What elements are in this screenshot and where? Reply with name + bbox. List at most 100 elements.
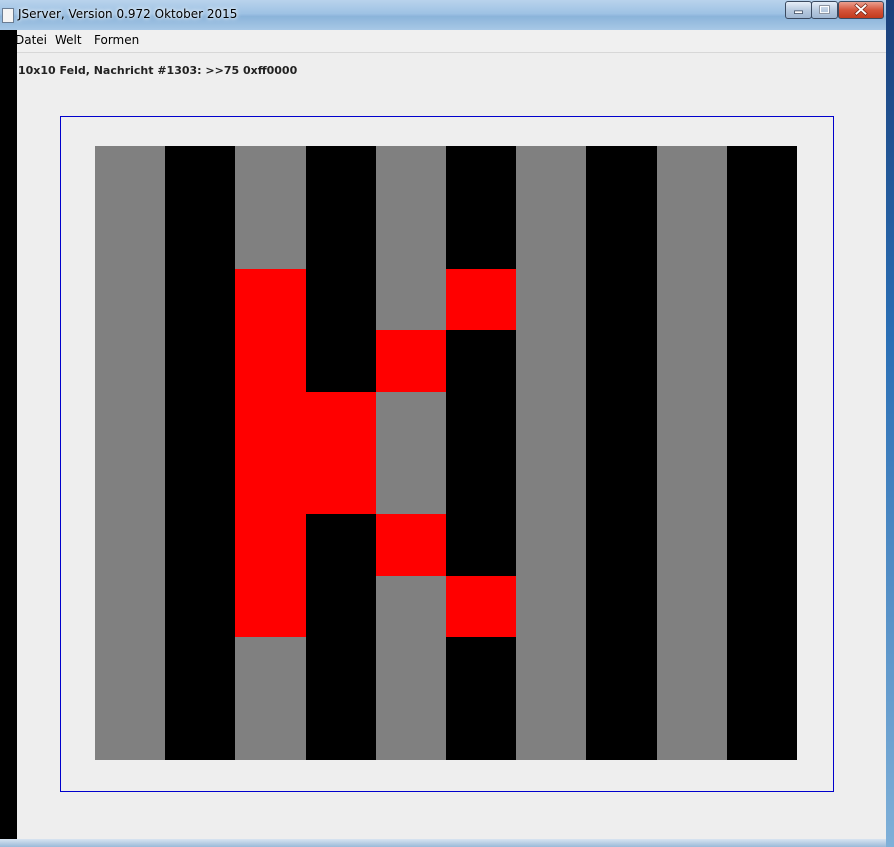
board-cell-gray[interactable] — [235, 699, 306, 760]
board-cell-black[interactable] — [727, 576, 797, 637]
board-cell-gray[interactable] — [95, 207, 165, 269]
board-cell-black[interactable] — [306, 637, 376, 699]
board-cell-gray[interactable] — [95, 269, 165, 330]
board-cell-gray[interactable] — [516, 576, 586, 637]
board-cell-gray[interactable] — [376, 392, 446, 453]
board-cell-black[interactable] — [446, 146, 516, 207]
board-cell-red[interactable] — [235, 392, 306, 453]
board-cell-gray[interactable] — [657, 699, 727, 760]
board-cell-gray[interactable] — [235, 207, 306, 269]
board-cell-gray[interactable] — [657, 453, 727, 514]
board-cell-black[interactable] — [306, 207, 376, 269]
board-cell-black[interactable] — [586, 392, 657, 453]
board-cell-red[interactable] — [235, 330, 306, 392]
board-cell-gray[interactable] — [516, 146, 586, 207]
board-cell-gray[interactable] — [235, 637, 306, 699]
board-cell-gray[interactable] — [657, 207, 727, 269]
board-cell-black[interactable] — [727, 453, 797, 514]
board-cell-black[interactable] — [306, 269, 376, 330]
board-cell-black[interactable] — [586, 699, 657, 760]
board-cell-black[interactable] — [586, 453, 657, 514]
board-cell-black[interactable] — [306, 146, 376, 207]
board-cell-gray[interactable] — [235, 146, 306, 207]
board-cell-black[interactable] — [446, 699, 516, 760]
board-cell-gray[interactable] — [376, 146, 446, 207]
board-cell-black[interactable] — [586, 207, 657, 269]
board-cell-gray[interactable] — [95, 146, 165, 207]
maximize-button[interactable] — [811, 1, 838, 19]
board-cell-black[interactable] — [165, 392, 235, 453]
board-cell-black[interactable] — [165, 207, 235, 269]
board-cell-gray[interactable] — [516, 269, 586, 330]
board-cell-red[interactable] — [235, 514, 306, 576]
board-cell-black[interactable] — [165, 514, 235, 576]
board-cell-black[interactable] — [446, 330, 516, 392]
board-cell-black[interactable] — [165, 699, 235, 760]
board-cell-black[interactable] — [586, 514, 657, 576]
board-cell-gray[interactable] — [657, 330, 727, 392]
board-cell-black[interactable] — [306, 699, 376, 760]
board-cell-gray[interactable] — [376, 207, 446, 269]
board-cell-black[interactable] — [306, 514, 376, 576]
board-cell-black[interactable] — [727, 330, 797, 392]
close-button[interactable] — [838, 1, 884, 19]
board-cell-gray[interactable] — [516, 453, 586, 514]
minimize-button[interactable] — [785, 1, 812, 19]
board-cell-gray[interactable] — [95, 514, 165, 576]
board-cell-black[interactable] — [727, 269, 797, 330]
board-cell-red[interactable] — [446, 269, 516, 330]
title-bar[interactable]: JServer, Version 0.972 Oktober 2015 — [0, 0, 886, 30]
board-cell-black[interactable] — [165, 453, 235, 514]
board-cell-gray[interactable] — [657, 269, 727, 330]
board-cell-black[interactable] — [446, 392, 516, 453]
board-cell-gray[interactable] — [516, 637, 586, 699]
board-cell-gray[interactable] — [95, 637, 165, 699]
menu-formen[interactable]: Formen — [94, 33, 139, 47]
board-cell-black[interactable] — [446, 453, 516, 514]
board-cell-gray[interactable] — [516, 207, 586, 269]
board-cell-black[interactable] — [727, 514, 797, 576]
board-cell-black[interactable] — [727, 392, 797, 453]
board-cell-black[interactable] — [446, 637, 516, 699]
board-cell-black[interactable] — [727, 637, 797, 699]
board-cell-gray[interactable] — [516, 330, 586, 392]
board-cell-black[interactable] — [306, 576, 376, 637]
board-cell-gray[interactable] — [657, 146, 727, 207]
board-cell-black[interactable] — [586, 330, 657, 392]
board-cell-gray[interactable] — [376, 269, 446, 330]
board-cell-red[interactable] — [306, 453, 376, 514]
board-cell-gray[interactable] — [95, 330, 165, 392]
board-cell-gray[interactable] — [657, 576, 727, 637]
board-cell-red[interactable] — [235, 576, 306, 637]
board-cell-black[interactable] — [727, 207, 797, 269]
board-cell-red[interactable] — [446, 576, 516, 637]
menu-welt[interactable]: Welt — [55, 33, 82, 47]
board-cell-red[interactable] — [306, 392, 376, 453]
board-grid[interactable] — [95, 146, 797, 760]
board-cell-gray[interactable] — [376, 637, 446, 699]
board-cell-gray[interactable] — [657, 514, 727, 576]
board-cell-gray[interactable] — [95, 699, 165, 760]
board-cell-black[interactable] — [727, 699, 797, 760]
board-cell-gray[interactable] — [95, 453, 165, 514]
board-cell-black[interactable] — [165, 146, 235, 207]
board-cell-gray[interactable] — [516, 392, 586, 453]
board-cell-gray[interactable] — [516, 699, 586, 760]
board-cell-gray[interactable] — [657, 637, 727, 699]
board-cell-gray[interactable] — [657, 392, 727, 453]
board-cell-red[interactable] — [235, 269, 306, 330]
board-cell-red[interactable] — [235, 453, 306, 514]
board-cell-black[interactable] — [306, 330, 376, 392]
board-cell-black[interactable] — [165, 576, 235, 637]
board-cell-black[interactable] — [586, 146, 657, 207]
board-cell-black[interactable] — [586, 269, 657, 330]
board-cell-black[interactable] — [165, 330, 235, 392]
menu-datei[interactable]: Datei — [15, 33, 47, 47]
board-cell-black[interactable] — [586, 576, 657, 637]
board-cell-black[interactable] — [165, 637, 235, 699]
board-cell-red[interactable] — [376, 514, 446, 576]
board-cell-gray[interactable] — [95, 392, 165, 453]
board-cell-gray[interactable] — [376, 453, 446, 514]
board-cell-black[interactable] — [586, 637, 657, 699]
board-cell-gray[interactable] — [376, 699, 446, 760]
